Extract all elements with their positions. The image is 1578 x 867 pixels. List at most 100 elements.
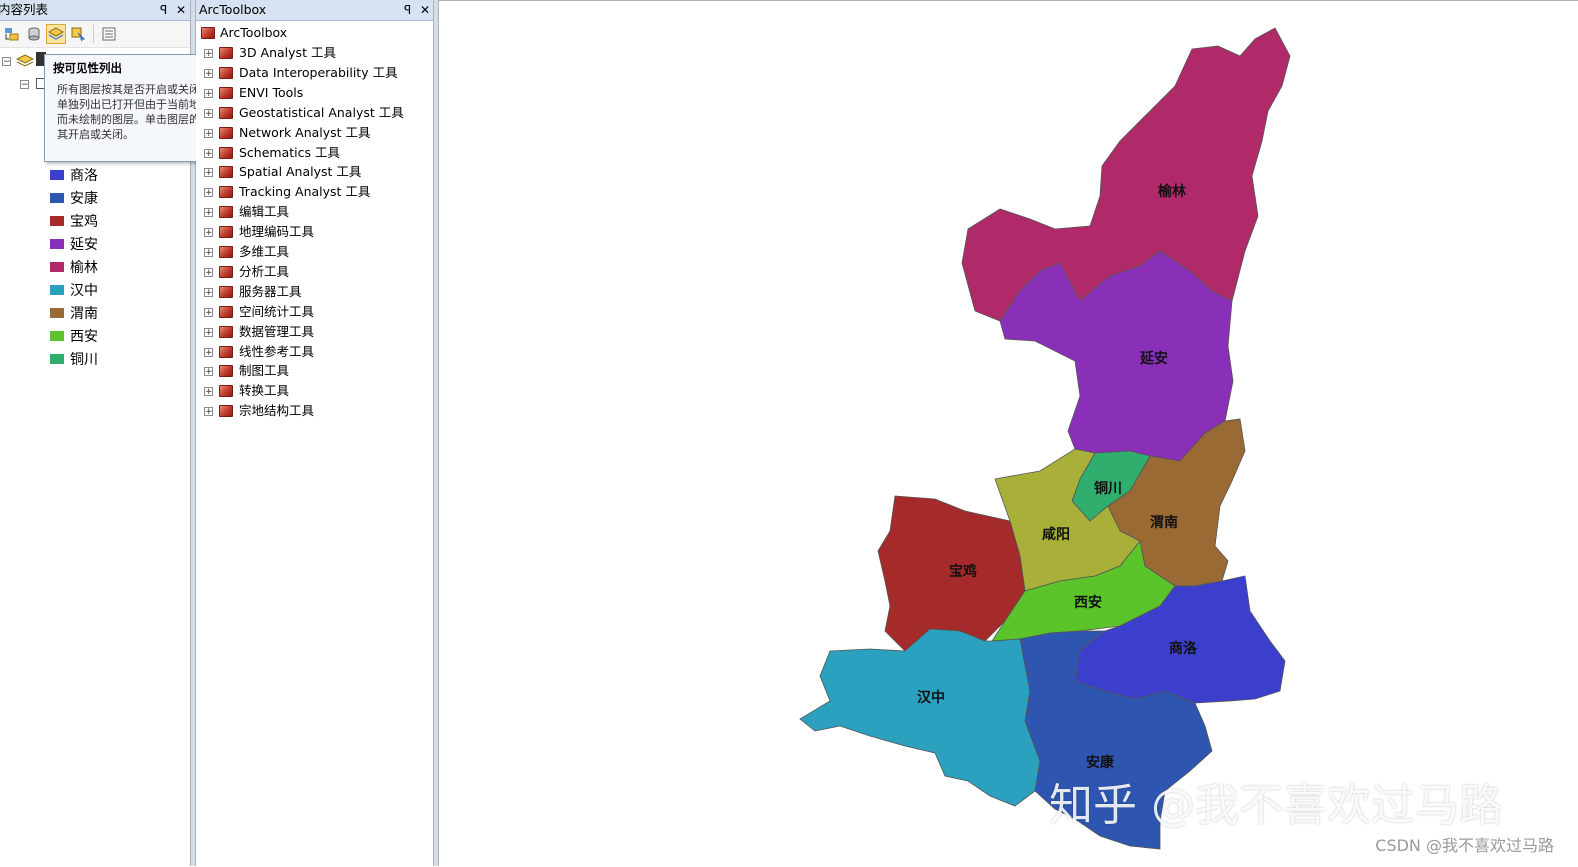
toolbox-icon [219,186,233,199]
expand-toggle[interactable]: + [204,248,213,258]
expand-toggle[interactable]: + [204,148,213,158]
shaanxi-map[interactable]: 榆林 延安 铜川 渭南 咸阳 宝鸡 西安 商洛 汉中 安康 [439,1,1578,867]
list-by-drawing-order-button[interactable] [2,24,22,44]
expand-toggle[interactable]: + [204,128,213,138]
expand-toggle[interactable]: + [204,407,213,417]
toolbox-item-label: 空间统计工具 [239,303,315,319]
pin-icon[interactable]: ꟼ [160,0,167,20]
expand-toggle[interactable]: + [204,307,213,317]
toolbox-item-label: 3D Analyst 工具 [239,45,336,60]
expand-toggle[interactable]: + [204,208,213,218]
options-button[interactable] [99,24,119,44]
toolbox-icon [219,345,233,358]
list-by-drawing-order-icon [5,28,19,41]
expand-toggle[interactable]: + [204,387,213,397]
legend-item[interactable]: 汉中 [50,280,98,300]
toolbox-item[interactable]: + 转换工具 [196,381,432,401]
list-by-selection-button[interactable] [68,24,88,44]
collapse-layers-toggle[interactable]: − [2,57,11,67]
expand-toggle[interactable]: + [204,228,213,238]
toolbox-item[interactable]: + 编辑工具 [196,202,432,222]
legend-label: 榆林 [70,260,98,276]
legend-item[interactable]: 西安 [50,326,98,346]
list-by-visibility-button[interactable] [46,24,66,44]
close-icon[interactable]: ✕ [420,0,430,20]
layers-visibility-icon [48,27,64,40]
toolbox-icon [219,305,233,318]
legend-item[interactable]: 铜川 [50,349,98,369]
legend-item[interactable]: 安康 [50,188,98,208]
region-hanzhong[interactable] [799,628,1041,807]
toolbox-icon [219,146,233,159]
legend-swatch [50,216,64,226]
map-view[interactable]: 榆林 延安 铜川 渭南 咸阳 宝鸡 西安 商洛 汉中 安康 知乎 @我不喜欢过马… [439,0,1578,866]
toolbox-item[interactable]: + Spatial Analyst 工具 [196,162,432,182]
toolbox-item-label: 数据管理工具 [239,323,315,339]
expand-toggle[interactable]: + [204,367,213,377]
close-icon[interactable]: ✕ [176,0,186,20]
expand-toggle[interactable]: + [204,188,213,198]
toolbox-item[interactable]: + 地理编码工具 [196,222,432,242]
expand-toggle[interactable]: + [204,108,213,118]
toolbox-icon [219,206,233,219]
expand-toggle[interactable]: + [204,68,213,78]
legend-item[interactable]: 商洛 [50,165,98,185]
legend-item[interactable]: 延安 [50,234,98,254]
arctoolbox-root[interactable]: ArcToolbox [196,23,432,43]
expand-toggle[interactable]: + [204,168,213,178]
toolbox-item[interactable]: + ENVI Tools [196,83,432,103]
toolbox-item[interactable]: + Schematics 工具 [196,143,432,163]
zhihu-watermark: 知乎 @我不喜欢过马路 [1049,780,1503,831]
legend-swatch [50,354,64,364]
toolbox-item[interactable]: + Tracking Analyst 工具 [196,182,432,202]
legend-item[interactable]: 渭南 [50,303,98,323]
toolbox-item[interactable]: + 分析工具 [196,262,432,282]
label-yulin: 榆林 [1158,183,1186,200]
toolbox-item[interactable]: + Network Analyst 工具 [196,123,432,143]
legend-label: 西安 [70,329,98,345]
region-yanan[interactable] [999,250,1234,462]
label-baoji: 宝鸡 [949,563,977,580]
expand-toggle[interactable]: + [204,267,213,277]
toolbox-icon [219,405,233,418]
legend-swatch [50,193,64,203]
legend-item[interactable]: 宝鸡 [50,211,98,231]
expand-toggle[interactable]: + [204,327,213,337]
toolbox-icon [219,47,233,59]
expand-toggle[interactable]: + [204,49,213,59]
expand-toggle[interactable]: + [204,347,213,357]
toolbox-item[interactable]: + 服务器工具 [196,282,432,302]
legend-swatch [50,331,64,341]
toolbox-item[interactable]: +3D Analyst 工具 [196,43,432,63]
collapse-layer-toggle[interactable]: − [20,80,29,90]
toc-title: 内容列表 [0,2,49,17]
legend-label: 商洛 [70,168,98,184]
legend-label: 铜川 [70,352,98,368]
toolbox-item-label: 转换工具 [239,383,290,399]
legend-item[interactable]: 榆林 [50,257,98,277]
legend-label: 渭南 [70,306,98,322]
toolbox-icon [219,126,233,139]
toolbox-icon [201,27,215,39]
toolbox-item[interactable]: + Geostatistical Analyst 工具 [196,103,432,123]
toolbox-icon [219,325,233,338]
toolbox-item[interactable]: + 线性参考工具 [196,342,432,362]
toolbox-item[interactable]: + 空间统计工具 [196,302,432,322]
pin-icon[interactable]: ꟼ [404,0,411,20]
toolbox-item-label: 分析工具 [239,263,290,279]
expand-toggle[interactable]: + [204,88,213,98]
toolbox-item[interactable]: + 数据管理工具 [196,322,432,342]
expand-toggle[interactable]: + [204,287,213,297]
list-by-source-button[interactable] [24,24,44,44]
toolbox-item[interactable]: + 制图工具 [196,361,432,381]
legend-label: 宝鸡 [70,214,98,230]
toolbox-item[interactable]: + 宗地结构工具 [196,401,432,421]
toolbox-icon [219,66,233,79]
toolbox-icon [219,285,233,298]
toolbox-icon [219,365,233,378]
toolbar-divider [93,25,94,43]
arctoolbox-title-bar: ArcToolbox ꟼ ✕ [196,0,434,21]
legend-swatch [50,285,64,295]
toolbox-item[interactable]: + Data Interoperability 工具 [196,63,432,83]
toolbox-item[interactable]: + 多维工具 [196,242,432,262]
